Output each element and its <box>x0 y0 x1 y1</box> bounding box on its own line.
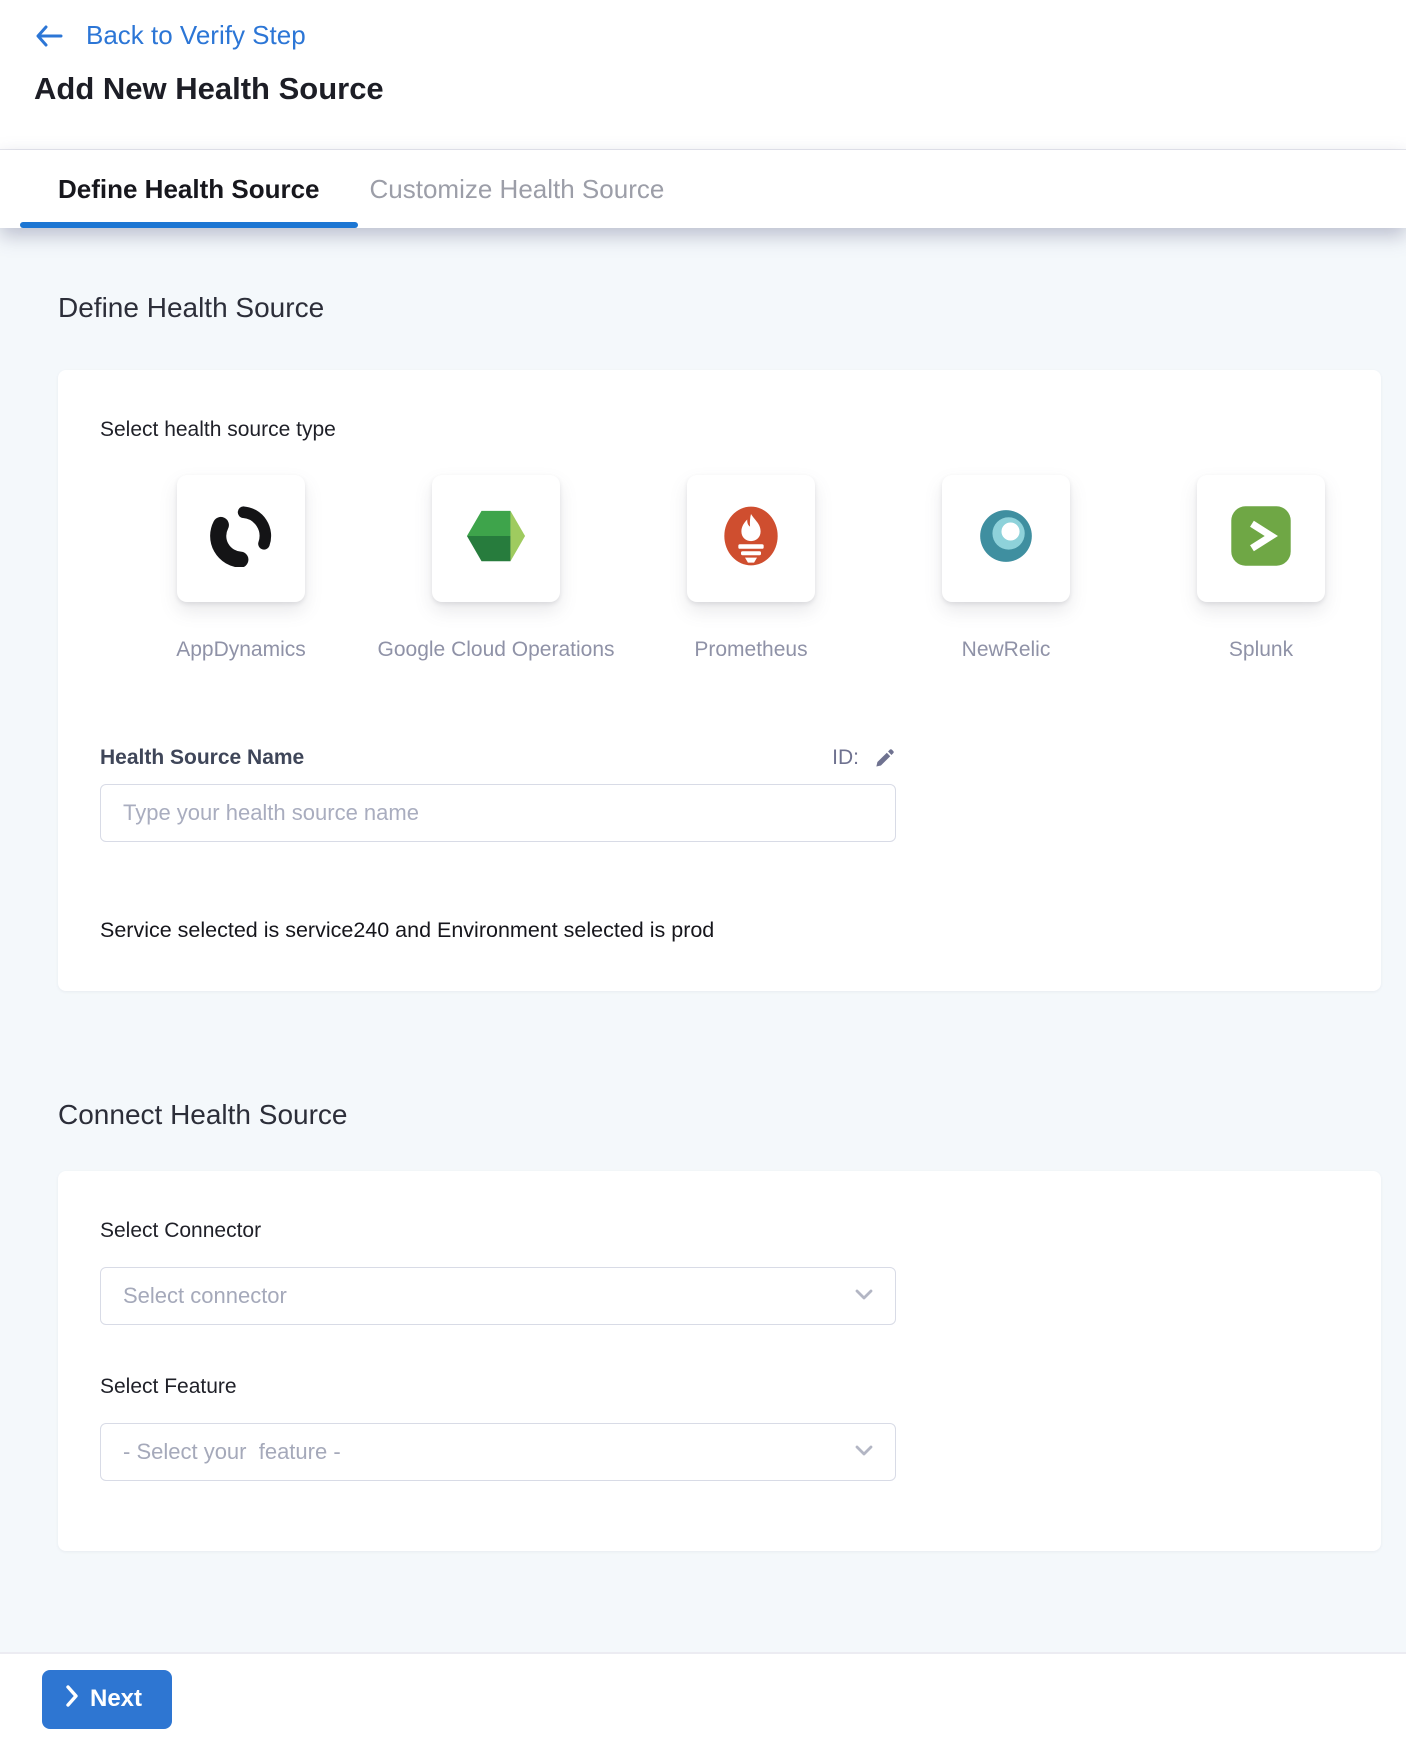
tab-customize-health-source[interactable]: Customize Health Source <box>370 150 665 228</box>
source-label-google-cloud-operations: Google Cloud Operations <box>378 638 615 662</box>
back-to-verify-link[interactable]: Back to Verify Step <box>34 20 306 51</box>
page-header: Back to Verify Step Add New Health Sourc… <box>0 0 1406 150</box>
source-tile-prometheus[interactable] <box>687 475 815 602</box>
health-source-name-row: Health Source Name ID: <box>100 746 896 770</box>
connector-select[interactable]: Select connector <box>100 1267 896 1325</box>
source-label-newrelic: NewRelic <box>962 638 1051 662</box>
health-source-name-input[interactable] <box>100 784 896 842</box>
next-button[interactable]: Next <box>42 1670 172 1729</box>
footer-bar: Next <box>0 1652 1406 1744</box>
tab-define-label: Define Health Source <box>58 174 320 205</box>
tab-customize-label: Customize Health Source <box>370 174 665 205</box>
source-label-appdynamics: AppDynamics <box>176 638 306 662</box>
source-tile-appdynamics[interactable] <box>177 475 305 602</box>
connect-section-heading: Connect Health Source <box>58 1099 1381 1131</box>
chevron-down-icon <box>855 1443 873 1461</box>
source-label-prometheus: Prometheus <box>694 638 807 662</box>
feature-select[interactable]: - Select your feature - <box>100 1423 896 1481</box>
chevron-down-icon <box>855 1287 873 1305</box>
tab-define-health-source[interactable]: Define Health Source <box>38 150 340 228</box>
active-tab-underline <box>20 222 358 228</box>
id-label: ID: <box>832 746 859 770</box>
google-cloud-operations-icon <box>463 505 529 572</box>
source-column-newrelic: NewRelic <box>942 475 1070 662</box>
appdynamics-icon <box>210 505 272 572</box>
connector-select-placeholder: Select connector <box>123 1283 287 1309</box>
source-column-appdynamics: AppDynamics <box>177 475 305 662</box>
back-link-label: Back to Verify Step <box>86 20 306 51</box>
id-group: ID: <box>832 746 896 770</box>
source-tile-newrelic[interactable] <box>942 475 1070 602</box>
source-tile-splunk[interactable] <box>1197 475 1325 602</box>
service-environment-note: Service selected is service240 and Envir… <box>100 918 1339 943</box>
next-button-label: Next <box>90 1685 142 1713</box>
chevron-right-icon <box>66 1685 79 1714</box>
connect-health-source-card: Select Connector Select connector Select… <box>58 1171 1381 1551</box>
edit-id-pencil-icon[interactable] <box>873 747 896 770</box>
select-feature-label: Select Feature <box>100 1375 1339 1399</box>
arrow-left-icon <box>34 23 64 49</box>
page-title: Add New Health Source <box>34 71 1372 107</box>
source-column-google-cloud-operations: Google Cloud Operations <box>432 475 560 662</box>
select-source-type-label: Select health source type <box>100 418 1339 442</box>
health-source-name-label: Health Source Name <box>100 746 304 770</box>
source-tile-google-cloud-operations[interactable] <box>432 475 560 602</box>
source-column-splunk: Splunk <box>1197 475 1325 662</box>
prometheus-icon <box>719 502 783 575</box>
splunk-icon <box>1230 505 1292 572</box>
source-type-tile-row: AppDynamics Google Cloud Operations <box>177 475 1339 662</box>
define-section-heading: Define Health Source <box>58 228 1381 324</box>
tab-bar: Define Health Source Customize Health So… <box>0 150 1406 228</box>
source-column-prometheus: Prometheus <box>687 475 815 662</box>
main-content: Define Health Source Select health sourc… <box>0 228 1406 1652</box>
define-health-source-card: Select health source type AppDynamics <box>58 370 1381 991</box>
source-label-splunk: Splunk <box>1229 638 1293 662</box>
newrelic-icon <box>975 505 1037 572</box>
select-connector-label: Select Connector <box>100 1219 1339 1243</box>
feature-select-placeholder: - Select your feature - <box>123 1439 341 1465</box>
